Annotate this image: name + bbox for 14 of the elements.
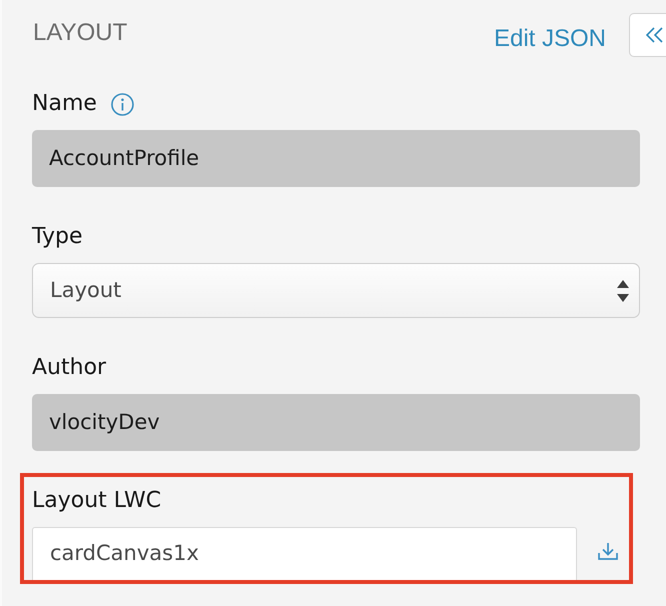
readonly-field[interactable]: AccountProfile	[32, 130, 640, 187]
field-label: Type	[32, 224, 83, 250]
panel-title: LAYOUT	[33, 21, 128, 45]
double-chevron-left-icon	[646, 27, 663, 43]
up-down-arrows-icon	[617, 280, 629, 302]
info-icon[interactable]	[110, 92, 134, 116]
type-select[interactable]: Layout	[32, 263, 640, 318]
collapse-button[interactable]	[629, 13, 666, 57]
input-field[interactable]: cardCanvas1x	[32, 527, 577, 580]
field-label: Author	[32, 355, 106, 381]
download-icon[interactable]	[598, 543, 618, 560]
readonly-field[interactable]: vlocityDev	[32, 394, 640, 451]
field-label: Layout LWC	[32, 488, 162, 514]
field-label: Name	[32, 91, 97, 117]
